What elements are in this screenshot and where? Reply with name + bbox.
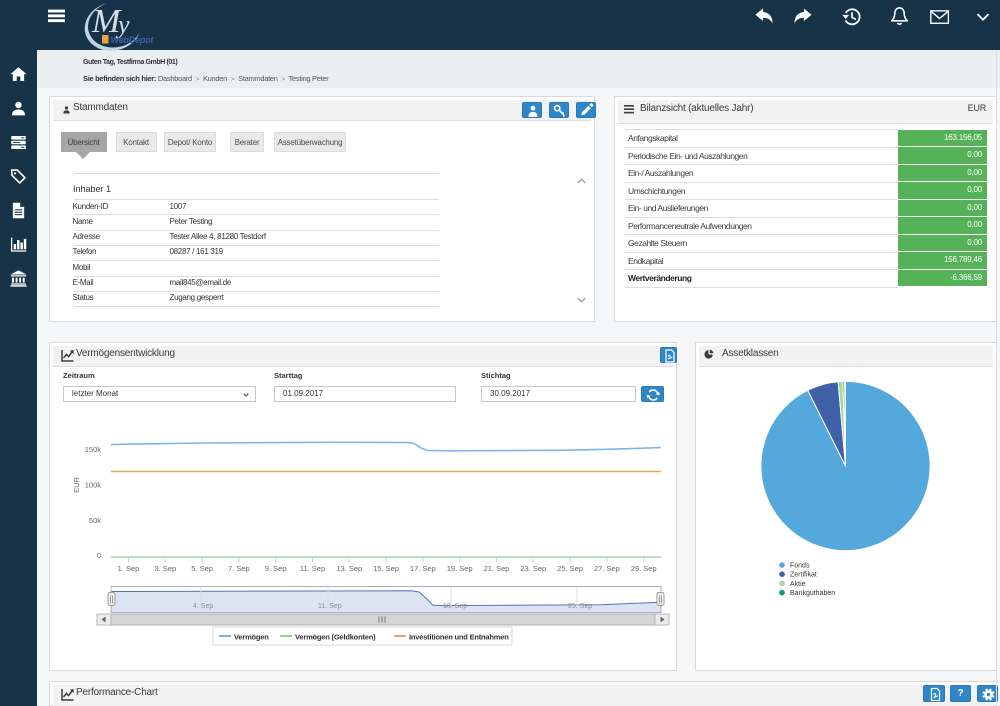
svg-text:15. Sep: 15. Sep xyxy=(373,564,399,573)
svg-text:3. Sep: 3. Sep xyxy=(154,564,176,573)
svg-text:Investitionen und Entnahmen: Investitionen und Entnahmen xyxy=(409,633,509,642)
svg-text:Zertifikat: Zertifikat xyxy=(790,572,817,579)
svg-text:11. Sep: 11. Sep xyxy=(300,564,325,573)
svg-text:5. Sep: 5. Sep xyxy=(191,564,213,573)
svg-text:100k: 100k xyxy=(85,481,102,490)
svg-text:11. Sep: 11. Sep xyxy=(318,603,342,610)
svg-text:Vermögen (Geldkonten): Vermögen (Geldkonten) xyxy=(295,633,376,642)
svg-text:19. Sep: 19. Sep xyxy=(447,564,473,573)
svg-text:9. Sep: 9. Sep xyxy=(265,564,287,573)
svg-text:Vermögen: Vermögen xyxy=(234,633,269,642)
svg-text:13. Sep: 13. Sep xyxy=(336,564,362,573)
svg-text:0: 0 xyxy=(97,551,101,560)
svg-text:29. Sep: 29. Sep xyxy=(631,564,657,573)
svg-text:Bankguthaben: Bankguthaben xyxy=(790,590,835,597)
svg-text:150k: 150k xyxy=(85,445,102,454)
svg-text:7. Sep: 7. Sep xyxy=(228,564,250,573)
svg-text:1. Sep: 1. Sep xyxy=(118,564,140,573)
svg-text:27. Sep: 27. Sep xyxy=(594,564,620,573)
svg-text:18. Sep: 18. Sep xyxy=(443,603,467,610)
svg-text:Aktie: Aktie xyxy=(790,581,806,588)
svg-text:WebDepot: WebDepot xyxy=(111,35,155,45)
svg-text:23. Sep: 23. Sep xyxy=(520,564,546,573)
svg-text:25. Sep: 25. Sep xyxy=(568,603,592,610)
svg-text:4. Sep: 4. Sep xyxy=(193,603,213,610)
svg-text:17. Sep: 17. Sep xyxy=(410,564,436,573)
svg-text:25. Sep: 25. Sep xyxy=(557,564,583,573)
svg-text:50k: 50k xyxy=(89,516,101,525)
svg-text:21. Sep: 21. Sep xyxy=(484,564,510,573)
svg-text:Fonds: Fonds xyxy=(790,563,810,570)
svg-text:EUR: EUR xyxy=(72,477,81,493)
